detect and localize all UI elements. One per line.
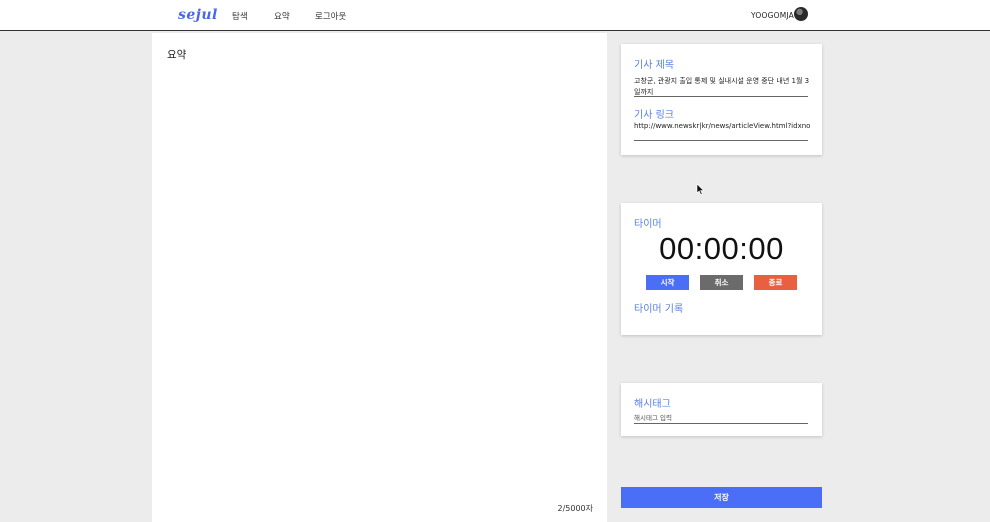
save-button[interactable]: 저장 bbox=[621, 487, 822, 508]
timer-card: 타이머 00:00:00 시작 취소 종료 타이머 기록 bbox=[621, 203, 822, 335]
timer-record-label: 타이머 기록 bbox=[634, 304, 684, 315]
timer-cancel-button[interactable]: 취소 bbox=[700, 275, 743, 290]
sejul-logo[interactable]: sejul bbox=[178, 7, 218, 23]
mouse-pointer-icon bbox=[696, 183, 705, 195]
character-count: 2/5000자 bbox=[557, 504, 593, 513]
timer-label: 타이머 bbox=[634, 219, 662, 230]
timer-display: 00:00:00 bbox=[659, 231, 784, 266]
hashtag-card: 해시태그 bbox=[621, 383, 822, 436]
editor-title: 요약 bbox=[167, 49, 187, 61]
article-link-label: 기사 링크 bbox=[634, 110, 674, 121]
article-title-underline bbox=[634, 96, 808, 97]
timer-start-button[interactable]: 시작 bbox=[646, 275, 689, 290]
nav-link-explore[interactable]: 탐색 bbox=[232, 10, 248, 22]
hashtag-label: 해시태그 bbox=[634, 399, 671, 410]
username: YOOGOMJA bbox=[751, 11, 794, 20]
summary-editor[interactable]: 요약 2/5000자 bbox=[152, 33, 607, 522]
hashtag-input[interactable] bbox=[634, 412, 808, 424]
nav-link-logout[interactable]: 로그아웃 bbox=[315, 10, 346, 22]
article-link-underline bbox=[634, 140, 808, 141]
article-title-field[interactable]: 고창군, 관광지 출입 통제 및 실내시설 운영 중단 내년 1월 3일까지 bbox=[634, 76, 810, 98]
top-navigation-bar: sejul 탐색 요약 로그아웃 YOOGOMJA bbox=[0, 0, 990, 31]
user-avatar[interactable] bbox=[794, 7, 808, 21]
article-link-field[interactable]: http://www.newskr|kr/news/articleView.ht… bbox=[634, 122, 810, 130]
article-title-label: 기사 제목 bbox=[634, 60, 674, 71]
article-info-card: 기사 제목 고창군, 관광지 출입 통제 및 실내시설 운영 중단 내년 1월 … bbox=[621, 44, 822, 155]
timer-end-button[interactable]: 종료 bbox=[754, 275, 797, 290]
nav-link-summary[interactable]: 요약 bbox=[274, 10, 290, 22]
